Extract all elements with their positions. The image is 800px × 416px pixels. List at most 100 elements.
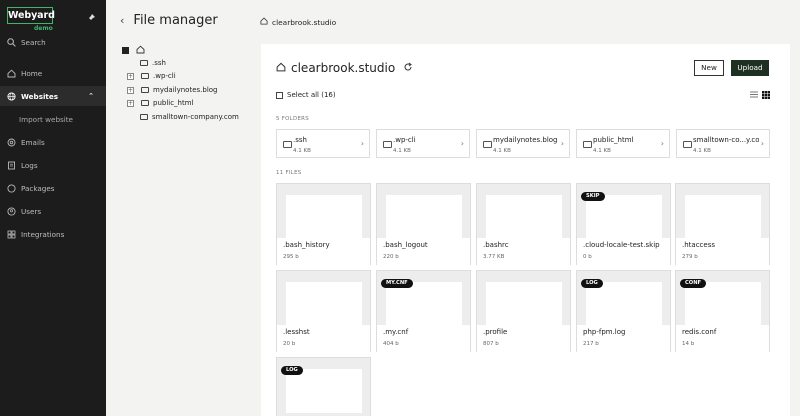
sidebar-item-home[interactable]: Home: [0, 63, 106, 83]
tree-item[interactable]: + .wp-cli: [127, 70, 176, 82]
sidebar-item-import-website[interactable]: Import website: [0, 109, 106, 129]
folders-count: 5 FOLDERS: [276, 116, 309, 122]
logo[interactable]: Webyard: [7, 7, 55, 24]
folder-icon: [483, 141, 492, 148]
chevron-right-icon: ›: [760, 139, 764, 148]
folder-card[interactable]: .wp-cli 4.1 KB ›: [376, 129, 470, 158]
file-size: 279 b: [682, 254, 698, 260]
sidebar-item-websites[interactable]: Websites ⌃: [0, 86, 106, 106]
file-card[interactable]: LOG: [276, 357, 371, 416]
file-size: 220 b: [383, 254, 399, 260]
folder-icon: [141, 73, 149, 79]
file-info: .profile 807 b: [477, 325, 570, 352]
page-title: File manager: [133, 13, 218, 28]
logs-icon: [7, 161, 16, 170]
sidebar-item-emails[interactable]: Emails: [0, 132, 106, 152]
file-size: 14 b: [682, 341, 695, 347]
tree-item[interactable]: + mydailynotes.blog: [127, 84, 217, 96]
sidebar-search[interactable]: Search: [0, 32, 106, 52]
new-button[interactable]: New: [694, 60, 724, 76]
view-toggle: [750, 91, 770, 101]
sidebar-item-integrations[interactable]: Integrations: [0, 224, 106, 244]
file-size: 20 b: [283, 341, 296, 347]
file-card[interactable]: .bash_logout 220 b: [376, 183, 471, 265]
file-card[interactable]: CONF redis.conf 14 b: [675, 270, 770, 352]
select-all-checkbox[interactable]: [276, 91, 283, 99]
folder-size: 4.1 KB: [693, 148, 711, 154]
file-thumbnail: [586, 195, 662, 239]
folder-size: 4.1 KB: [393, 148, 411, 154]
folder-icon: [383, 141, 392, 148]
file-type-badge: LOG: [581, 279, 603, 288]
sidebar-item-label: Emails: [21, 137, 45, 147]
integrations-icon: [7, 230, 16, 239]
tree-header: ‹ File manager: [120, 13, 218, 28]
folder-icon: [141, 87, 149, 93]
sidebar-item-packages[interactable]: Packages: [0, 178, 106, 198]
file-name: .bash_logout: [383, 241, 428, 249]
file-thumbnail: [486, 282, 562, 326]
folder-size: 4.1 KB: [593, 148, 611, 154]
list-view-icon[interactable]: [750, 91, 758, 101]
folder-card[interactable]: mydailynotes.blog 4.1 KB ›: [476, 129, 570, 158]
file-type-badge: SKIP: [581, 192, 605, 201]
file-card[interactable]: .profile 807 b: [476, 270, 571, 352]
file-card[interactable]: MY.CNF .my.cnf 404 b: [376, 270, 471, 352]
back-chevron-icon[interactable]: ‹: [120, 14, 124, 27]
main-panel: clearbrook.studio New Upload Select all …: [261, 44, 790, 416]
expand-toggle[interactable]: +: [127, 99, 134, 107]
file-name: .bashrc: [483, 241, 509, 249]
file-size: 404 b: [383, 341, 399, 347]
breadcrumb[interactable]: clearbrook.studio: [260, 17, 336, 27]
file-thumbnail: [286, 195, 362, 239]
tree-item[interactable]: smalltown-company.com: [140, 111, 239, 123]
sidebar-item-logs[interactable]: Logs: [0, 155, 106, 175]
search-icon: [7, 37, 16, 47]
sidebar-item-label: Home: [21, 68, 43, 78]
sidebar: Webyard demo Search Home Websites ⌃ Impo…: [0, 0, 106, 416]
tree-item[interactable]: .ssh: [140, 57, 166, 69]
refresh-icon[interactable]: [403, 61, 413, 75]
sidebar-item-users[interactable]: Users: [0, 201, 106, 221]
folder-title-label: clearbrook.studio: [291, 61, 396, 75]
file-info: .htaccess 279 b: [676, 238, 769, 265]
tree-item[interactable]: + public_html: [127, 97, 194, 109]
sidebar-item-label: Users: [21, 206, 42, 216]
grid-view-icon[interactable]: [762, 91, 770, 101]
file-card[interactable]: .bash_history 295 b: [276, 183, 371, 265]
select-all[interactable]: Select all (16): [276, 91, 336, 99]
file-info: .lesshst 20 b: [277, 325, 370, 352]
upload-button[interactable]: Upload: [731, 60, 769, 76]
folder-card[interactable]: public_html 4.1 KB ›: [576, 129, 670, 158]
file-type-badge: LOG: [281, 366, 303, 375]
home-icon: [7, 69, 16, 78]
file-card[interactable]: .lesshst 20 b: [276, 270, 371, 352]
expand-toggle[interactable]: +: [127, 86, 134, 94]
file-thumbnail: [386, 282, 462, 326]
file-card[interactable]: .htaccess 279 b: [675, 183, 770, 265]
sidebar-item-label: Websites: [21, 91, 59, 101]
folder-icon: [283, 141, 292, 148]
file-thumbnail: [685, 195, 761, 239]
expand-toggle[interactable]: +: [127, 72, 134, 80]
home-icon: [276, 61, 286, 75]
file-name: .profile: [483, 328, 508, 336]
file-name: .lesshst: [283, 328, 310, 336]
folder-size: 4.1 KB: [493, 148, 511, 154]
file-card[interactable]: SKIP .cloud-locale-test.skip 0 b: [576, 183, 671, 265]
tree-item-label: mydailynotes.blog: [153, 86, 218, 94]
folder-name: public_html: [593, 136, 634, 144]
file-card[interactable]: LOG php-fpm.log 217 b: [576, 270, 671, 352]
folder-card[interactable]: smalltown-co...y.com 4.1 KB ›: [676, 129, 770, 158]
folder-name: mydailynotes.blog: [493, 136, 558, 144]
tree-item-label: public_html: [153, 99, 194, 107]
collapse-toggle[interactable]: [122, 46, 129, 54]
folder-card[interactable]: .ssh 4.1 KB ›: [276, 129, 370, 158]
logo-sub: demo: [34, 25, 53, 32]
folder-icon: [140, 60, 148, 66]
file-name: redis.conf: [682, 328, 717, 336]
pin-icon[interactable]: [87, 14, 95, 24]
file-name: .bash_history: [283, 241, 330, 249]
file-card[interactable]: .bashrc 3.77 KB: [476, 183, 571, 265]
tree-root[interactable]: [122, 44, 145, 56]
